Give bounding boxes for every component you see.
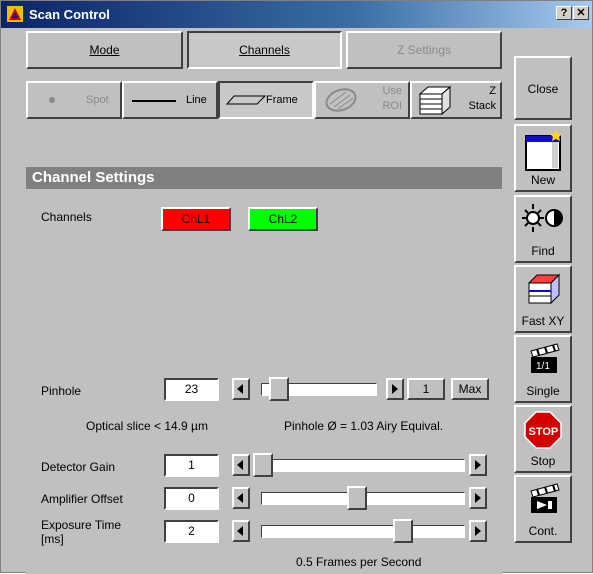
- tab-channels[interactable]: Channels: [187, 31, 342, 69]
- frame-icon: [226, 95, 266, 105]
- amplifier-offset-increase-button[interactable]: [469, 487, 487, 509]
- continuous-scan-icon: [530, 483, 560, 513]
- svg-text:1/1: 1/1: [536, 361, 550, 372]
- window-title: Scan Control: [29, 7, 110, 22]
- detector-gain-field[interactable]: 1: [164, 454, 219, 477]
- exposure-time-slider-thumb[interactable]: [393, 519, 413, 543]
- new-window-icon: [525, 130, 562, 171]
- exposure-time-unit: [ms]: [41, 532, 64, 546]
- spot-label: Spot: [86, 94, 109, 106]
- channel-chl2-button[interactable]: ChL2: [248, 207, 318, 231]
- line-label: Line: [186, 94, 207, 106]
- continuous-button[interactable]: Cont.: [514, 475, 572, 543]
- pinhole-value-field[interactable]: 23: [164, 378, 219, 401]
- channel-chl1-button[interactable]: ChL1: [161, 207, 231, 231]
- stop-sign-icon: STOP: [524, 411, 562, 449]
- channels-label: Channels: [41, 210, 92, 224]
- z-stack-button[interactable]: Z Stack: [410, 81, 502, 119]
- use-roi-label-1: Use: [382, 85, 402, 97]
- exposure-time-increase-button[interactable]: [469, 520, 487, 542]
- line-mode-button[interactable]: Line: [122, 81, 218, 119]
- roi-icon: [325, 88, 357, 112]
- tab-mode-label: Mode: [89, 43, 120, 57]
- detector-gain-decrease-button[interactable]: [232, 454, 250, 476]
- pinhole-decrease-button[interactable]: [232, 378, 250, 400]
- title-bar[interactable]: Scan Control ? ✕: [1, 1, 592, 28]
- spot-mode-button[interactable]: Spot: [26, 81, 122, 119]
- detector-gain-slider-thumb[interactable]: [253, 453, 273, 477]
- left-arrow-icon: [237, 526, 243, 536]
- pinhole-airy-text: Pinhole Ø = 1.03 Airy Equival.: [284, 419, 444, 433]
- line-icon: [132, 100, 176, 102]
- tab-mode[interactable]: Mode: [26, 31, 183, 69]
- help-button[interactable]: ?: [556, 6, 572, 20]
- new-button-label: New: [530, 173, 555, 187]
- find-button-label: Find: [531, 244, 555, 258]
- close-button[interactable]: Close: [514, 56, 572, 120]
- stop-button-label: Stop: [530, 454, 556, 468]
- z-stack-label-2: Stack: [468, 100, 496, 112]
- amplifier-offset-label: Amplifier Offset: [41, 492, 123, 506]
- z-stack-icon: [418, 85, 452, 116]
- frame-mode-button[interactable]: Frame: [218, 81, 314, 119]
- close-window-button[interactable]: ✕: [573, 6, 589, 20]
- frame-label: Frame: [266, 94, 298, 106]
- new-button[interactable]: New: [514, 124, 572, 192]
- fast-xy-button-label: Fast XY: [521, 314, 565, 328]
- detector-gain-slider-track[interactable]: [253, 459, 465, 472]
- exposure-time-slider-track[interactable]: [261, 525, 465, 538]
- right-arrow-icon: [475, 526, 481, 536]
- amplifier-offset-slider-thumb[interactable]: [347, 486, 367, 510]
- single-button[interactable]: 1/1 Single: [514, 335, 572, 403]
- tab-z-settings-label: Z Settings: [396, 43, 452, 57]
- exposure-time-decrease-button[interactable]: [232, 520, 250, 542]
- amplifier-offset-field[interactable]: 0: [164, 487, 219, 510]
- frame-rate-text: 0.5 Frames per Second: [296, 555, 422, 569]
- right-arrow-icon: [475, 460, 481, 470]
- continuous-button-label: Cont.: [528, 524, 558, 538]
- right-arrow-icon: [392, 384, 398, 394]
- stop-button[interactable]: STOP Stop: [514, 405, 572, 473]
- pinhole-label: Pinhole: [41, 384, 82, 398]
- use-roi-label-2: ROI: [382, 100, 402, 112]
- detector-gain-label: Detector Gain: [41, 460, 116, 474]
- fast-xy-button[interactable]: Fast XY: [514, 265, 572, 333]
- tab-z-settings[interactable]: Z Settings: [346, 31, 502, 69]
- pinhole-slider-thumb[interactable]: [269, 377, 289, 401]
- pinhole-max-button[interactable]: Max: [451, 378, 489, 400]
- app-icon: [7, 6, 23, 22]
- left-arrow-icon: [237, 460, 243, 470]
- find-button[interactable]: Find: [514, 195, 572, 263]
- z-stack-label-1: Z: [489, 85, 496, 97]
- right-arrow-icon: [475, 493, 481, 503]
- left-arrow-icon: [237, 493, 243, 503]
- find-brightness-icon: [522, 204, 563, 232]
- scan-control-window: Scan Control ? ✕ Mode Channels Z Setting…: [0, 0, 593, 574]
- single-button-label: Single: [526, 384, 560, 398]
- pinhole-step-button[interactable]: 1: [407, 378, 445, 400]
- svg-text:STOP: STOP: [529, 426, 559, 438]
- channel-settings-header: Channel Settings: [26, 167, 502, 189]
- single-scan-icon: 1/1: [530, 343, 560, 373]
- optical-slice-text: Optical slice < 14.9 µm: [86, 419, 208, 433]
- left-arrow-icon: [237, 384, 243, 394]
- spot-icon: [49, 97, 55, 103]
- exposure-time-label: Exposure Time: [41, 518, 122, 532]
- exposure-time-field[interactable]: 2: [164, 520, 219, 543]
- detector-gain-increase-button[interactable]: [469, 454, 487, 476]
- amplifier-offset-decrease-button[interactable]: [232, 487, 250, 509]
- close-button-label: Close: [527, 82, 559, 96]
- pinhole-increase-button[interactable]: [386, 378, 404, 400]
- use-roi-button[interactable]: Use ROI: [314, 81, 410, 119]
- tab-channels-label: Channels: [239, 43, 290, 57]
- fast-xy-icon: [527, 273, 561, 305]
